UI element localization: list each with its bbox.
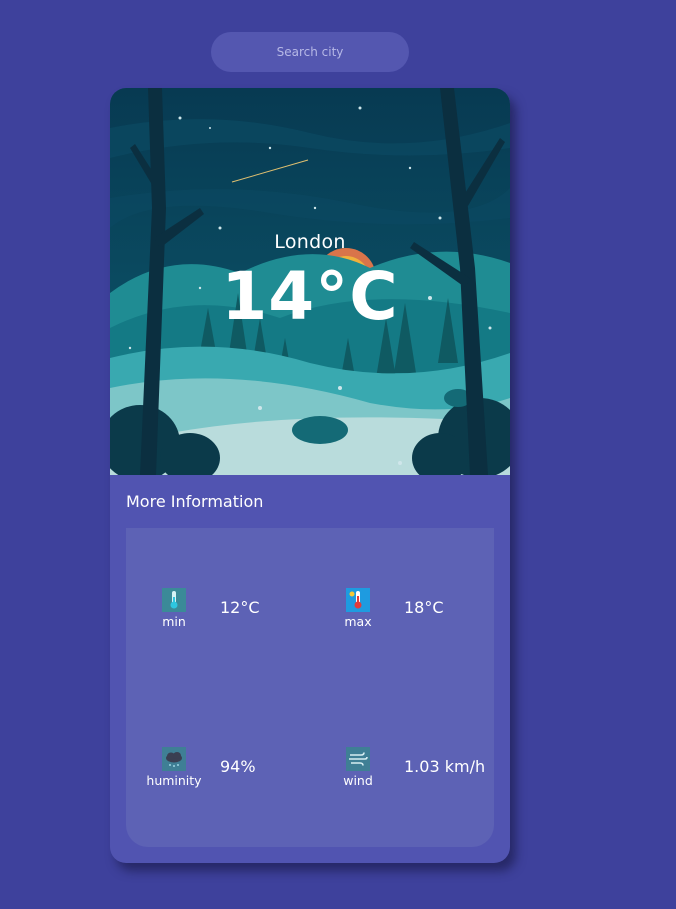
stat-min-label: min: [162, 614, 186, 629]
more-information-panel: min 12°C max 18°C huminity 94% wind 1.03…: [126, 528, 494, 847]
stat-wind-value: 1.03 km/h: [404, 757, 486, 776]
weather-card: London 14°C More Information min 12°C ma…: [110, 88, 510, 863]
thermometer-cold-icon: [162, 588, 186, 612]
stat-wind-label: wind: [343, 773, 373, 788]
stat-humidity: huminity 94%: [144, 747, 314, 807]
stat-min: min 12°C: [144, 588, 314, 648]
current-temperature: 14°C: [221, 258, 399, 335]
stat-max: max 18°C: [328, 588, 498, 648]
stat-max-value: 18°C: [404, 598, 444, 617]
more-information-heading: More Information: [126, 492, 264, 511]
thermometer-hot-icon: [346, 588, 370, 612]
search-city-input[interactable]: [211, 32, 409, 72]
stat-max-label: max: [344, 614, 372, 629]
stat-humidity-label: huminity: [146, 773, 202, 788]
stat-humidity-value: 94%: [220, 757, 256, 776]
cloud-humidity-icon: [162, 747, 186, 771]
stat-wind: wind 1.03 km/h: [328, 747, 498, 807]
stat-min-value: 12°C: [220, 598, 260, 617]
wind-icon: [346, 747, 370, 771]
city-name: London: [274, 231, 346, 253]
